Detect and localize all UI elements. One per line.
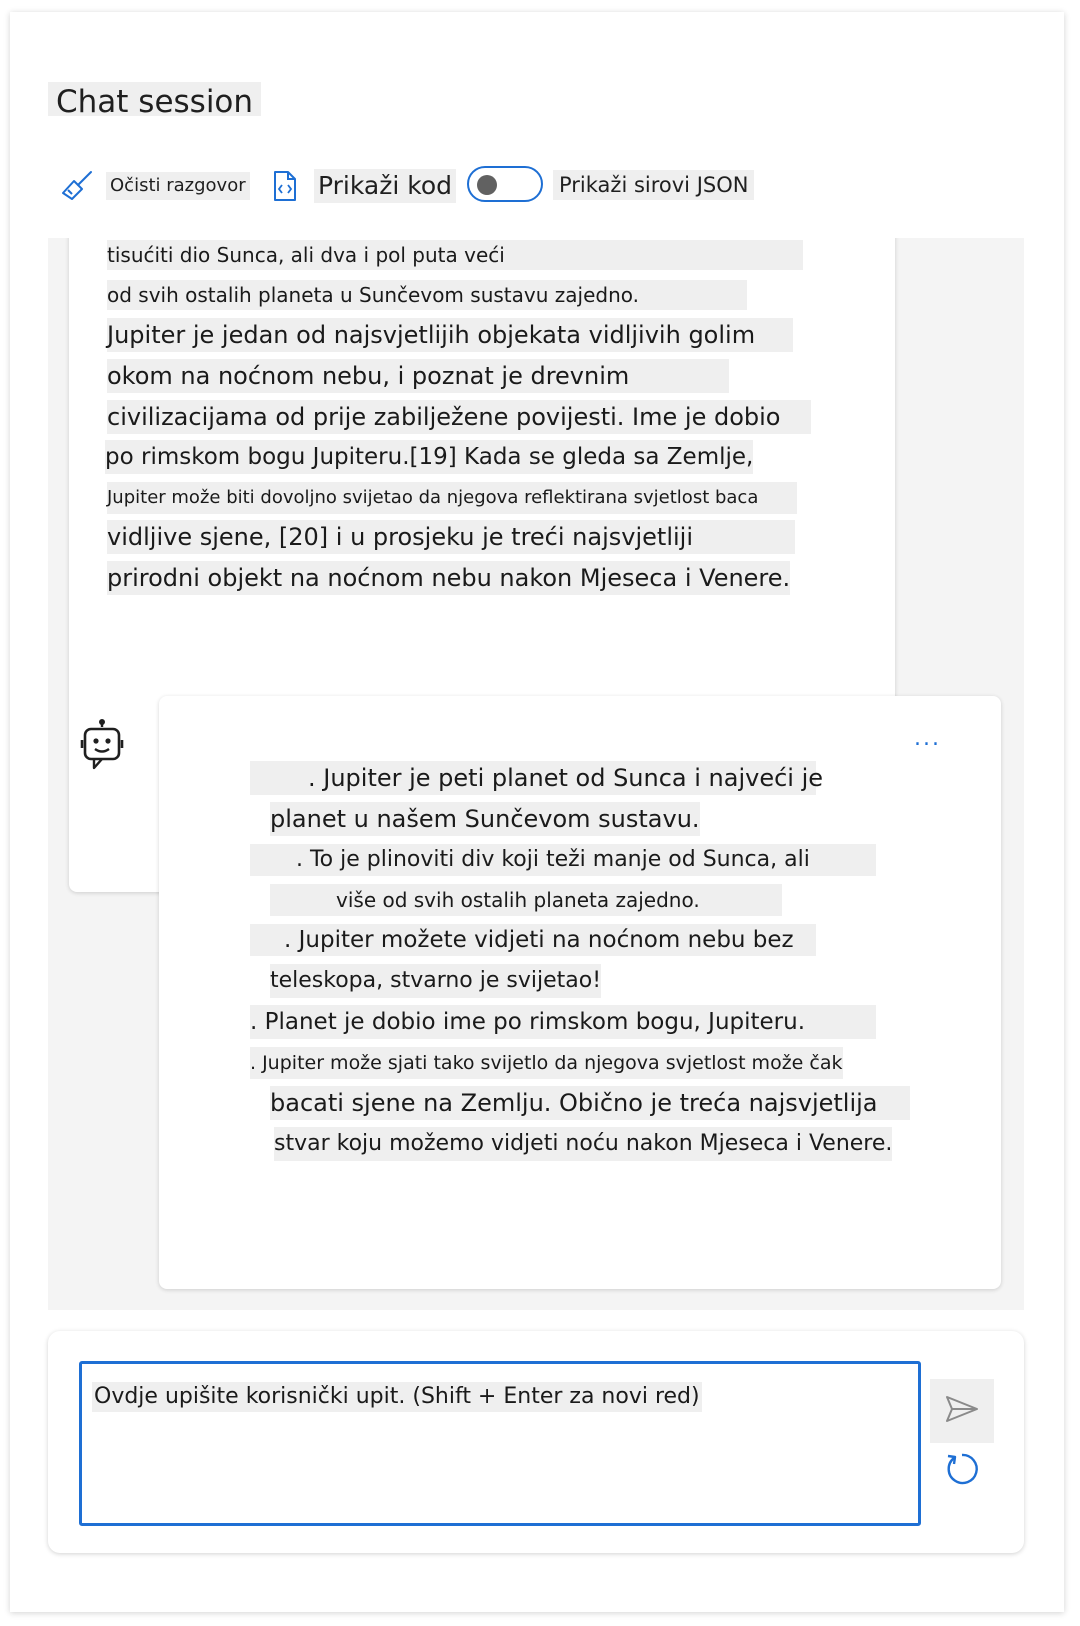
user-query-input[interactable]: Ovdje upišite korisnički upit. (Shift + … xyxy=(79,1361,921,1526)
message-line: teleskopa, stvarno je svijetao! xyxy=(270,964,602,998)
bot-icon xyxy=(80,718,124,770)
message-line: više od svih ostalih planeta zajedno. xyxy=(270,884,782,916)
message-line: . To je plinoviti div koji teži manje od… xyxy=(250,844,876,876)
message-line: civilizacijama od prije zabilježene povi… xyxy=(107,400,811,434)
message-line: bacati sjene na Zemlju. Obično je treća … xyxy=(270,1086,910,1120)
send-icon xyxy=(945,1395,979,1427)
message-line: od svih ostalih planeta u Sunčevom susta… xyxy=(107,280,747,310)
message-line: . Jupiter je peti planet od Sunca i najv… xyxy=(250,761,823,795)
message-line: okom na noćnom nebu, i poznat je drevnim xyxy=(107,359,729,393)
message-line: prirodni objekt na noćnom nebu nakon Mje… xyxy=(107,561,791,595)
message-line: . Jupiter možete vidjeti na noćnom nebu … xyxy=(250,924,816,956)
bot-message: ... . Jupiter je peti planet od Sunca i … xyxy=(159,696,1001,1289)
message-line: tisućiti dio Sunca, ali dva i pol puta v… xyxy=(107,240,803,270)
page-title: Chat session xyxy=(48,82,262,120)
input-placeholder: Ovdje upišite korisnički upit. (Shift + … xyxy=(92,1382,702,1412)
show-code-button[interactable]: Prikaži kod xyxy=(268,166,456,206)
message-line: planet u našem Sunčevom sustavu. xyxy=(270,802,700,836)
clear-chat-label: Očisti razgovor xyxy=(106,172,250,200)
chat-history[interactable]: tisućiti dio Sunca, ali dva i pol puta v… xyxy=(48,238,1024,1310)
send-button[interactable] xyxy=(930,1379,994,1443)
message-line: Jupiter je jedan od najsvjetlijih objeka… xyxy=(107,318,793,352)
code-file-icon xyxy=(268,169,302,203)
raw-json-toggle[interactable] xyxy=(467,166,543,202)
message-line: stvar koju možemo vidjeti noću nakon Mje… xyxy=(274,1127,893,1161)
show-code-label: Prikaži kod xyxy=(314,169,456,203)
message-line: . Planet je dobio ime po rimskom bogu, J… xyxy=(250,1005,876,1039)
refresh-icon xyxy=(944,1451,980,1491)
more-options-button[interactable]: ... xyxy=(914,726,941,751)
toggle-knob xyxy=(477,175,497,195)
clear-chat-button[interactable]: Očisti razgovor xyxy=(60,166,250,206)
message-line: po rimskom bogu Jupiteru.[19] Kada se gl… xyxy=(105,440,754,474)
refresh-button[interactable] xyxy=(940,1449,984,1493)
broom-icon xyxy=(60,169,94,203)
message-line: . Jupiter može sjati tako svijetlo da nj… xyxy=(250,1047,843,1079)
input-area: Ovdje upišite korisnički upit. (Shift + … xyxy=(48,1331,1024,1553)
raw-json-label: Prikaži sirovi JSON xyxy=(553,170,755,200)
toolbar: Očisti razgovor Prikaži kod Prikaži siro… xyxy=(60,166,760,206)
message-line: Jupiter može biti dovoljno svijetao da n… xyxy=(107,482,797,514)
message-line: vidljive sjene, [20] i u prosjeku je tre… xyxy=(107,520,795,554)
